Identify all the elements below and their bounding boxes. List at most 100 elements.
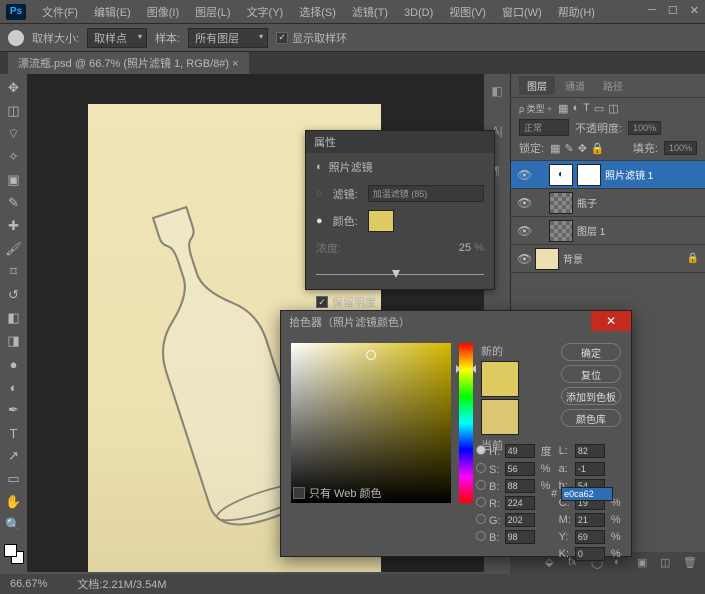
m-input[interactable] (575, 513, 605, 527)
layer-name[interactable]: 背景 (563, 251, 583, 266)
preserve-luminosity-checkbox[interactable]: ✓保留明度 (316, 294, 376, 310)
visibility-icon[interactable]: 👁 (517, 168, 531, 182)
group-icon[interactable]: ▣ (637, 556, 651, 570)
reset-button[interactable]: 复位 (561, 365, 621, 383)
menu-item[interactable]: 图像(I) (139, 7, 187, 19)
wand-tool[interactable]: ✧ (3, 147, 25, 167)
marquee-tool[interactable]: ◫ (3, 101, 25, 121)
layer-row[interactable]: 👁 瓶子 (511, 189, 705, 217)
hand-tool[interactable]: ✋ (3, 492, 25, 512)
bb-input[interactable] (505, 530, 535, 544)
gradient-tool[interactable]: ◨ (3, 331, 25, 351)
app-logo: Ps (6, 4, 26, 20)
visibility-icon[interactable]: 👁 (517, 252, 531, 266)
minimize-icon[interactable]: ─ (648, 4, 656, 17)
lasso-tool[interactable]: ⌔ (3, 124, 25, 144)
menu-item[interactable]: 文字(Y) (239, 7, 292, 19)
rect-tool[interactable]: ▭ (3, 469, 25, 489)
filter-smart-icon[interactable]: ◫ (608, 102, 618, 115)
filter-pixel-icon[interactable]: ▦ (558, 102, 568, 115)
maximize-icon[interactable]: ☐ (668, 4, 678, 17)
layer-mask-thumb[interactable] (577, 164, 601, 186)
zoom-tool[interactable]: 🔍 (3, 515, 25, 535)
ok-button[interactable]: 确定 (561, 343, 621, 361)
path-tool[interactable]: ↗ (3, 446, 25, 466)
a-input[interactable] (575, 462, 605, 476)
layer-name[interactable]: 瓶子 (577, 195, 597, 210)
layer-name[interactable]: 图层 1 (577, 223, 605, 238)
type-tool[interactable]: T (3, 423, 25, 443)
hex-input[interactable] (561, 487, 613, 501)
visibility-icon[interactable]: 👁 (517, 196, 531, 210)
layer-row[interactable]: 👁 ◐ 照片滤镜 1 (511, 161, 705, 189)
blend-mode-select[interactable]: 正常 (519, 119, 569, 136)
menu-item[interactable]: 编辑(E) (86, 7, 139, 19)
h-input[interactable] (505, 444, 535, 458)
r-input[interactable] (505, 496, 535, 510)
brush-tool[interactable]: 🖌 (3, 239, 25, 259)
filter-shape-icon[interactable]: ▭ (594, 102, 604, 115)
sample-select[interactable]: 所有图层▾ (188, 28, 268, 48)
s-input[interactable] (505, 462, 535, 476)
zoom-level[interactable]: 66.67% (10, 578, 47, 590)
web-only-checkbox[interactable]: 只有 Web 颜色 (293, 485, 382, 501)
menu-item[interactable]: 帮助(H) (550, 7, 603, 19)
color-libs-button[interactable]: 颜色库 (561, 409, 621, 427)
dodge-tool[interactable]: ◐ (3, 377, 25, 397)
menu-item[interactable]: 窗口(W) (494, 7, 550, 19)
picker-close-button[interactable]: ✕ (591, 311, 631, 331)
y-input[interactable] (575, 530, 605, 544)
menu-item[interactable]: 3D(D) (396, 7, 441, 19)
filter-preset-select[interactable]: 加温滤镜 (85) (368, 185, 484, 202)
move-tool[interactable]: ✥ (3, 78, 25, 98)
history-tool[interactable]: ↺ (3, 285, 25, 305)
document-tab[interactable]: 漂流瓶.psd @ 66.7% (照片滤镜 1, RGB/8#) × (8, 52, 249, 74)
blur-tool[interactable]: ● (3, 354, 25, 374)
menu-item[interactable]: 图层(L) (187, 7, 238, 19)
add-swatch-button[interactable]: 添加到色板 (561, 387, 621, 405)
l-input[interactable] (575, 444, 605, 458)
new-layer-icon[interactable]: ◫ (660, 556, 674, 570)
close-icon[interactable]: ✕ (690, 4, 699, 17)
lock-pos-icon[interactable]: ✥ (578, 142, 587, 155)
eraser-tool[interactable]: ◧ (3, 308, 25, 328)
tab-paths[interactable]: 路径 (595, 76, 631, 95)
current-color-swatch[interactable] (481, 399, 519, 435)
stamp-tool[interactable]: ⌑ (3, 262, 25, 282)
k-input[interactable] (575, 547, 605, 561)
g-input[interactable] (505, 513, 535, 527)
history-panel-icon[interactable]: ◧ (488, 82, 506, 100)
layer-row[interactable]: 👁背景🔒 (511, 245, 705, 273)
pen-tool[interactable]: ✒ (3, 400, 25, 420)
fill-input[interactable]: 100% (664, 141, 697, 155)
filter-color-swatch[interactable] (368, 210, 394, 232)
tab-layers[interactable]: 图层 (519, 76, 555, 95)
sample-size-select[interactable]: 取样点▾ (87, 28, 147, 48)
eyedropper-tool[interactable]: ✎ (3, 193, 25, 213)
menu-item[interactable]: 选择(S) (291, 7, 344, 19)
filter-text-icon[interactable]: T (583, 102, 590, 115)
crop-tool[interactable]: ▣ (3, 170, 25, 190)
visibility-icon[interactable]: 👁 (517, 224, 531, 238)
layer-name[interactable]: 照片滤镜 1 (605, 167, 653, 182)
tab-channels[interactable]: 通道 (557, 76, 593, 95)
menu-item[interactable]: 视图(V) (441, 7, 494, 19)
layer-thumb: ◐ (549, 164, 573, 186)
hue-slider[interactable] (459, 343, 473, 503)
b-input[interactable] (505, 479, 535, 493)
properties-panel: 属性 ◐照片滤镜 ○滤镜:加温滤镜 (85) ●颜色: 浓度:25 % ✓保留明… (305, 130, 495, 290)
filter-adjust-icon[interactable]: ◐ (572, 102, 579, 115)
layer-row[interactable]: 👁 图层 1 (511, 217, 705, 245)
menu-item[interactable]: 滤镜(T) (344, 7, 396, 19)
saturation-value-field[interactable] (291, 343, 451, 503)
show-ring-checkbox[interactable]: ✓显示取样环 (276, 30, 347, 46)
lock-pixel-icon[interactable]: ✎ (564, 142, 573, 155)
opacity-input[interactable]: 100% (628, 121, 661, 135)
color-swatches[interactable] (4, 544, 24, 564)
lock-all-icon[interactable]: 🔒 (591, 142, 605, 155)
lock-trans-icon[interactable]: ▦ (550, 142, 560, 155)
trash-icon[interactable]: 🗑 (683, 556, 697, 570)
heal-tool[interactable]: ✚ (3, 216, 25, 236)
menu-item[interactable]: 文件(F) (34, 7, 86, 19)
density-slider[interactable] (316, 266, 484, 284)
